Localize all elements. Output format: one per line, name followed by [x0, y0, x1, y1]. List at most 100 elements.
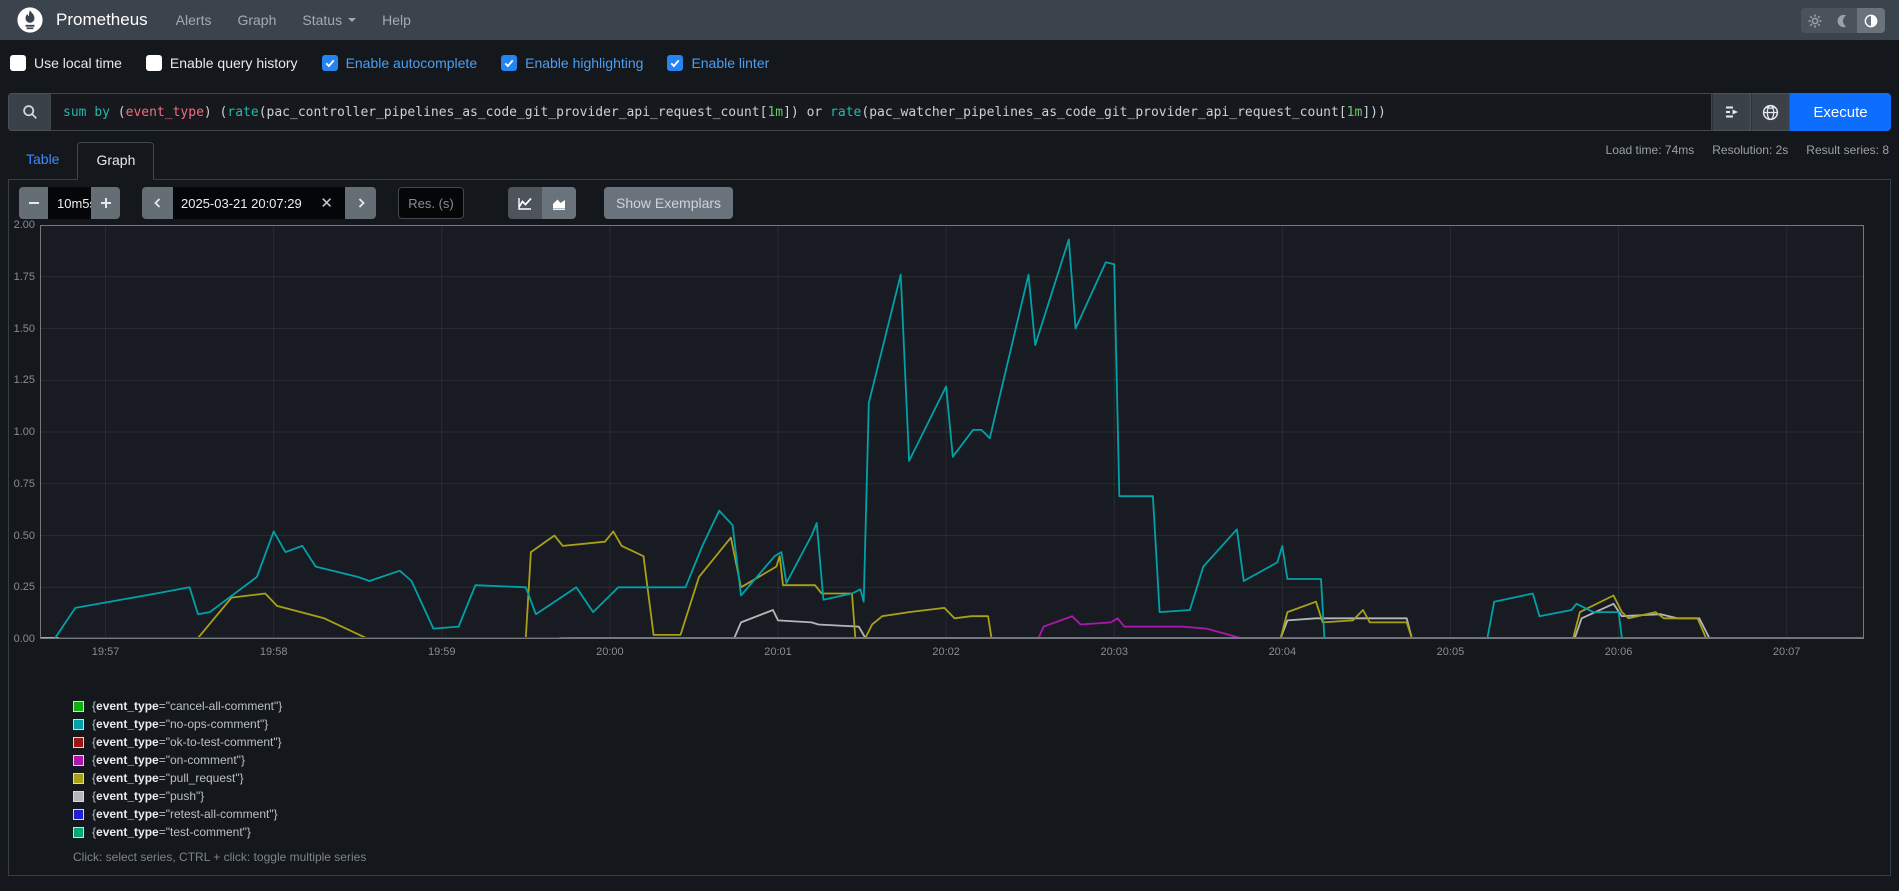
option-enable-linter[interactable]: Enable linter [667, 55, 769, 71]
y-axis-tick: 1.75 [5, 271, 35, 283]
circle-half-icon [1864, 14, 1878, 28]
tab-table[interactable]: Table [8, 142, 77, 180]
legend-item-push[interactable]: {event_type="push"} [73, 789, 282, 803]
theme-button-group [1801, 8, 1885, 33]
x-axis-tick: 19:58 [242, 646, 306, 658]
nav-link-help[interactable]: Help [382, 12, 411, 28]
graph-controls: 2025-03-21 20:07:29 ✕ [19, 187, 733, 219]
series-label: {event_type="pull_request"} [92, 771, 244, 785]
range-group [19, 187, 120, 219]
metrics-explorer-icon [1724, 104, 1740, 120]
range-input[interactable] [48, 187, 91, 219]
legend-item-retest-all-comment[interactable]: {event_type="retest-all-comment"} [73, 807, 282, 821]
resolution-input[interactable] [398, 187, 464, 219]
x-axis-tick: 20:02 [914, 646, 978, 658]
x-axis-tick: 20:06 [1587, 646, 1651, 658]
caret-down-icon [348, 18, 356, 22]
x-axis-tick: 20:07 [1755, 646, 1819, 658]
clear-time-icon[interactable]: ✕ [316, 194, 337, 212]
prometheus-app: Prometheus Alerts Graph Status Help [0, 0, 1899, 891]
show-exemplars-button[interactable]: Show Exemplars [604, 187, 733, 219]
checkbox-icon[interactable] [146, 55, 162, 71]
y-axis-tick: 2.00 [5, 219, 35, 231]
resolution: Resolution: 2s [1712, 143, 1788, 157]
x-axis-tick: 19:57 [74, 646, 138, 658]
series-color-swatch [73, 719, 84, 730]
legend-item-no-ops-comment[interactable]: {event_type="no-ops-comment"} [73, 717, 282, 731]
moon-icon [1836, 14, 1850, 28]
legend-item-on-comment[interactable]: {event_type="on-comment"} [73, 753, 282, 767]
query-input[interactable]: sum by (event_type) (rate(pac_controller… [50, 93, 1712, 131]
nav-link-status[interactable]: Status [302, 12, 356, 28]
chevron-left-icon [152, 197, 164, 209]
time-back-button[interactable] [142, 187, 173, 219]
option-label: Use local time [34, 55, 122, 71]
checkbox-icon[interactable] [10, 55, 26, 71]
query-stats: Load time: 74ms Resolution: 2s Result se… [1606, 143, 1889, 157]
legend-item-pull_request[interactable]: {event_type="pull_request"} [73, 771, 282, 785]
legend-item-cancel-all-comment[interactable]: {event_type="cancel-all-comment"} [73, 699, 282, 713]
plus-icon [100, 197, 112, 209]
option-label: Enable highlighting [525, 55, 643, 71]
search-icon-box [8, 93, 50, 131]
line-chart-button[interactable] [508, 187, 542, 219]
series-color-swatch [73, 809, 84, 820]
minus-icon [28, 197, 40, 209]
series-label: {event_type="no-ops-comment"} [92, 717, 268, 731]
x-axis-tick: 20:03 [1082, 646, 1146, 658]
tab-graph[interactable]: Graph [77, 142, 154, 180]
checkbox-checked-icon[interactable] [322, 55, 338, 71]
time-group: 2025-03-21 20:07:29 ✕ [142, 187, 376, 219]
time-forward-button[interactable] [345, 187, 376, 219]
legend-item-ok-to-test-comment[interactable]: {event_type="ok-to-test-comment"} [73, 735, 282, 749]
option-use-local-time[interactable]: Use local time [10, 55, 122, 71]
settings-button[interactable] [1801, 8, 1829, 33]
series-color-swatch [73, 827, 84, 838]
gear-icon [1808, 14, 1822, 28]
series-label: {event_type="retest-all-comment"} [92, 807, 278, 821]
series-label: {event_type="test-comment"} [92, 825, 251, 839]
globe-icon [1762, 104, 1779, 121]
y-axis-tick: 0.00 [5, 633, 35, 645]
query-bar: sum by (event_type) (rate(pac_controller… [8, 93, 1891, 131]
nav-link-graph[interactable]: Graph [237, 12, 276, 28]
load-time: Load time: 74ms [1606, 143, 1695, 157]
x-axis-tick: 20:04 [1250, 646, 1314, 658]
app-title: Prometheus [56, 10, 148, 30]
x-axis-tick: 20:01 [746, 646, 810, 658]
y-axis-tick: 0.75 [5, 478, 35, 490]
metrics-explorer-button[interactable] [1712, 93, 1751, 131]
series-color-swatch [73, 791, 84, 802]
legend-hint: Click: select series, CTRL + click: togg… [73, 850, 366, 864]
nav-link-alerts[interactable]: Alerts [176, 12, 212, 28]
graph-panel: 2025-03-21 20:07:29 ✕ [8, 179, 1891, 876]
checkbox-checked-icon[interactable] [667, 55, 683, 71]
checkbox-checked-icon[interactable] [501, 55, 517, 71]
result-tabs: Table Graph [8, 142, 154, 180]
x-axis-tick: 19:59 [410, 646, 474, 658]
decrease-range-button[interactable] [19, 187, 48, 219]
series-label: {event_type="on-comment"} [92, 753, 245, 767]
prometheus-logo-icon[interactable] [16, 6, 44, 34]
option-enable-highlighting[interactable]: Enable highlighting [501, 55, 643, 71]
auto-theme-button[interactable] [1857, 8, 1885, 33]
y-axis-tick: 0.25 [5, 581, 35, 593]
y-axis-tick: 1.50 [5, 323, 35, 335]
explain-query-button[interactable] [1751, 93, 1790, 131]
increase-range-button[interactable] [91, 187, 120, 219]
dark-theme-button[interactable] [1829, 8, 1857, 33]
series-color-swatch [73, 755, 84, 766]
line-chart-icon [517, 195, 533, 211]
search-icon [22, 104, 38, 120]
stacked-chart-button[interactable] [542, 187, 576, 219]
graph-canvas[interactable] [40, 225, 1864, 639]
option-enable-autocomplete[interactable]: Enable autocomplete [322, 55, 478, 71]
execute-button[interactable]: Execute [1790, 93, 1891, 131]
option-label: Enable linter [691, 55, 769, 71]
option-label: Enable autocomplete [346, 55, 478, 71]
option-enable-query-history[interactable]: Enable query history [146, 55, 298, 71]
datetime-input[interactable]: 2025-03-21 20:07:29 ✕ [173, 187, 345, 219]
series-label: {event_type="cancel-all-comment"} [92, 699, 282, 713]
y-axis-tick: 0.50 [5, 530, 35, 542]
legend-item-test-comment[interactable]: {event_type="test-comment"} [73, 825, 282, 839]
